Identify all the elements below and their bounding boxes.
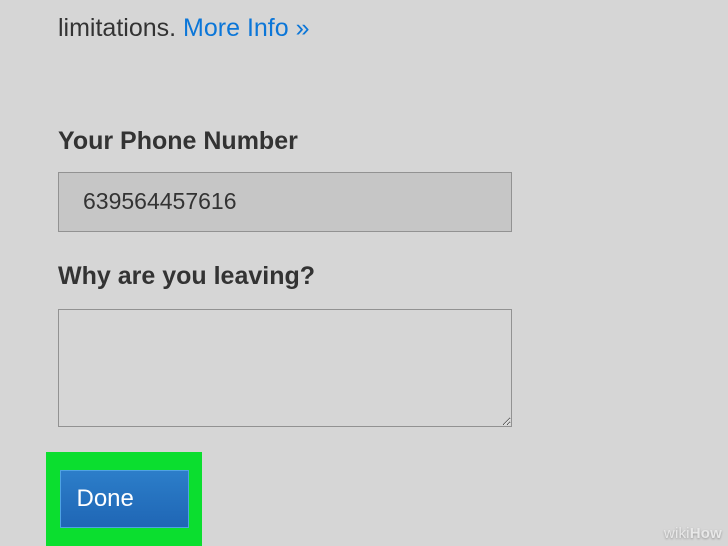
intro-fragment: limitations. — [58, 14, 176, 42]
done-highlight: Done — [46, 452, 202, 546]
intro-text: limitations. More Info » — [58, 0, 670, 45]
more-info-link[interactable]: More Info » — [183, 14, 309, 42]
phone-label: Your Phone Number — [58, 127, 670, 156]
watermark: wikiHow — [664, 525, 722, 542]
watermark-prefix: wiki — [664, 525, 690, 542]
watermark-suffix: How — [690, 525, 722, 542]
leaving-textarea[interactable] — [58, 309, 512, 427]
done-button[interactable]: Done — [60, 470, 189, 528]
phone-input[interactable] — [58, 172, 512, 232]
leaving-label: Why are you leaving? — [58, 262, 670, 291]
